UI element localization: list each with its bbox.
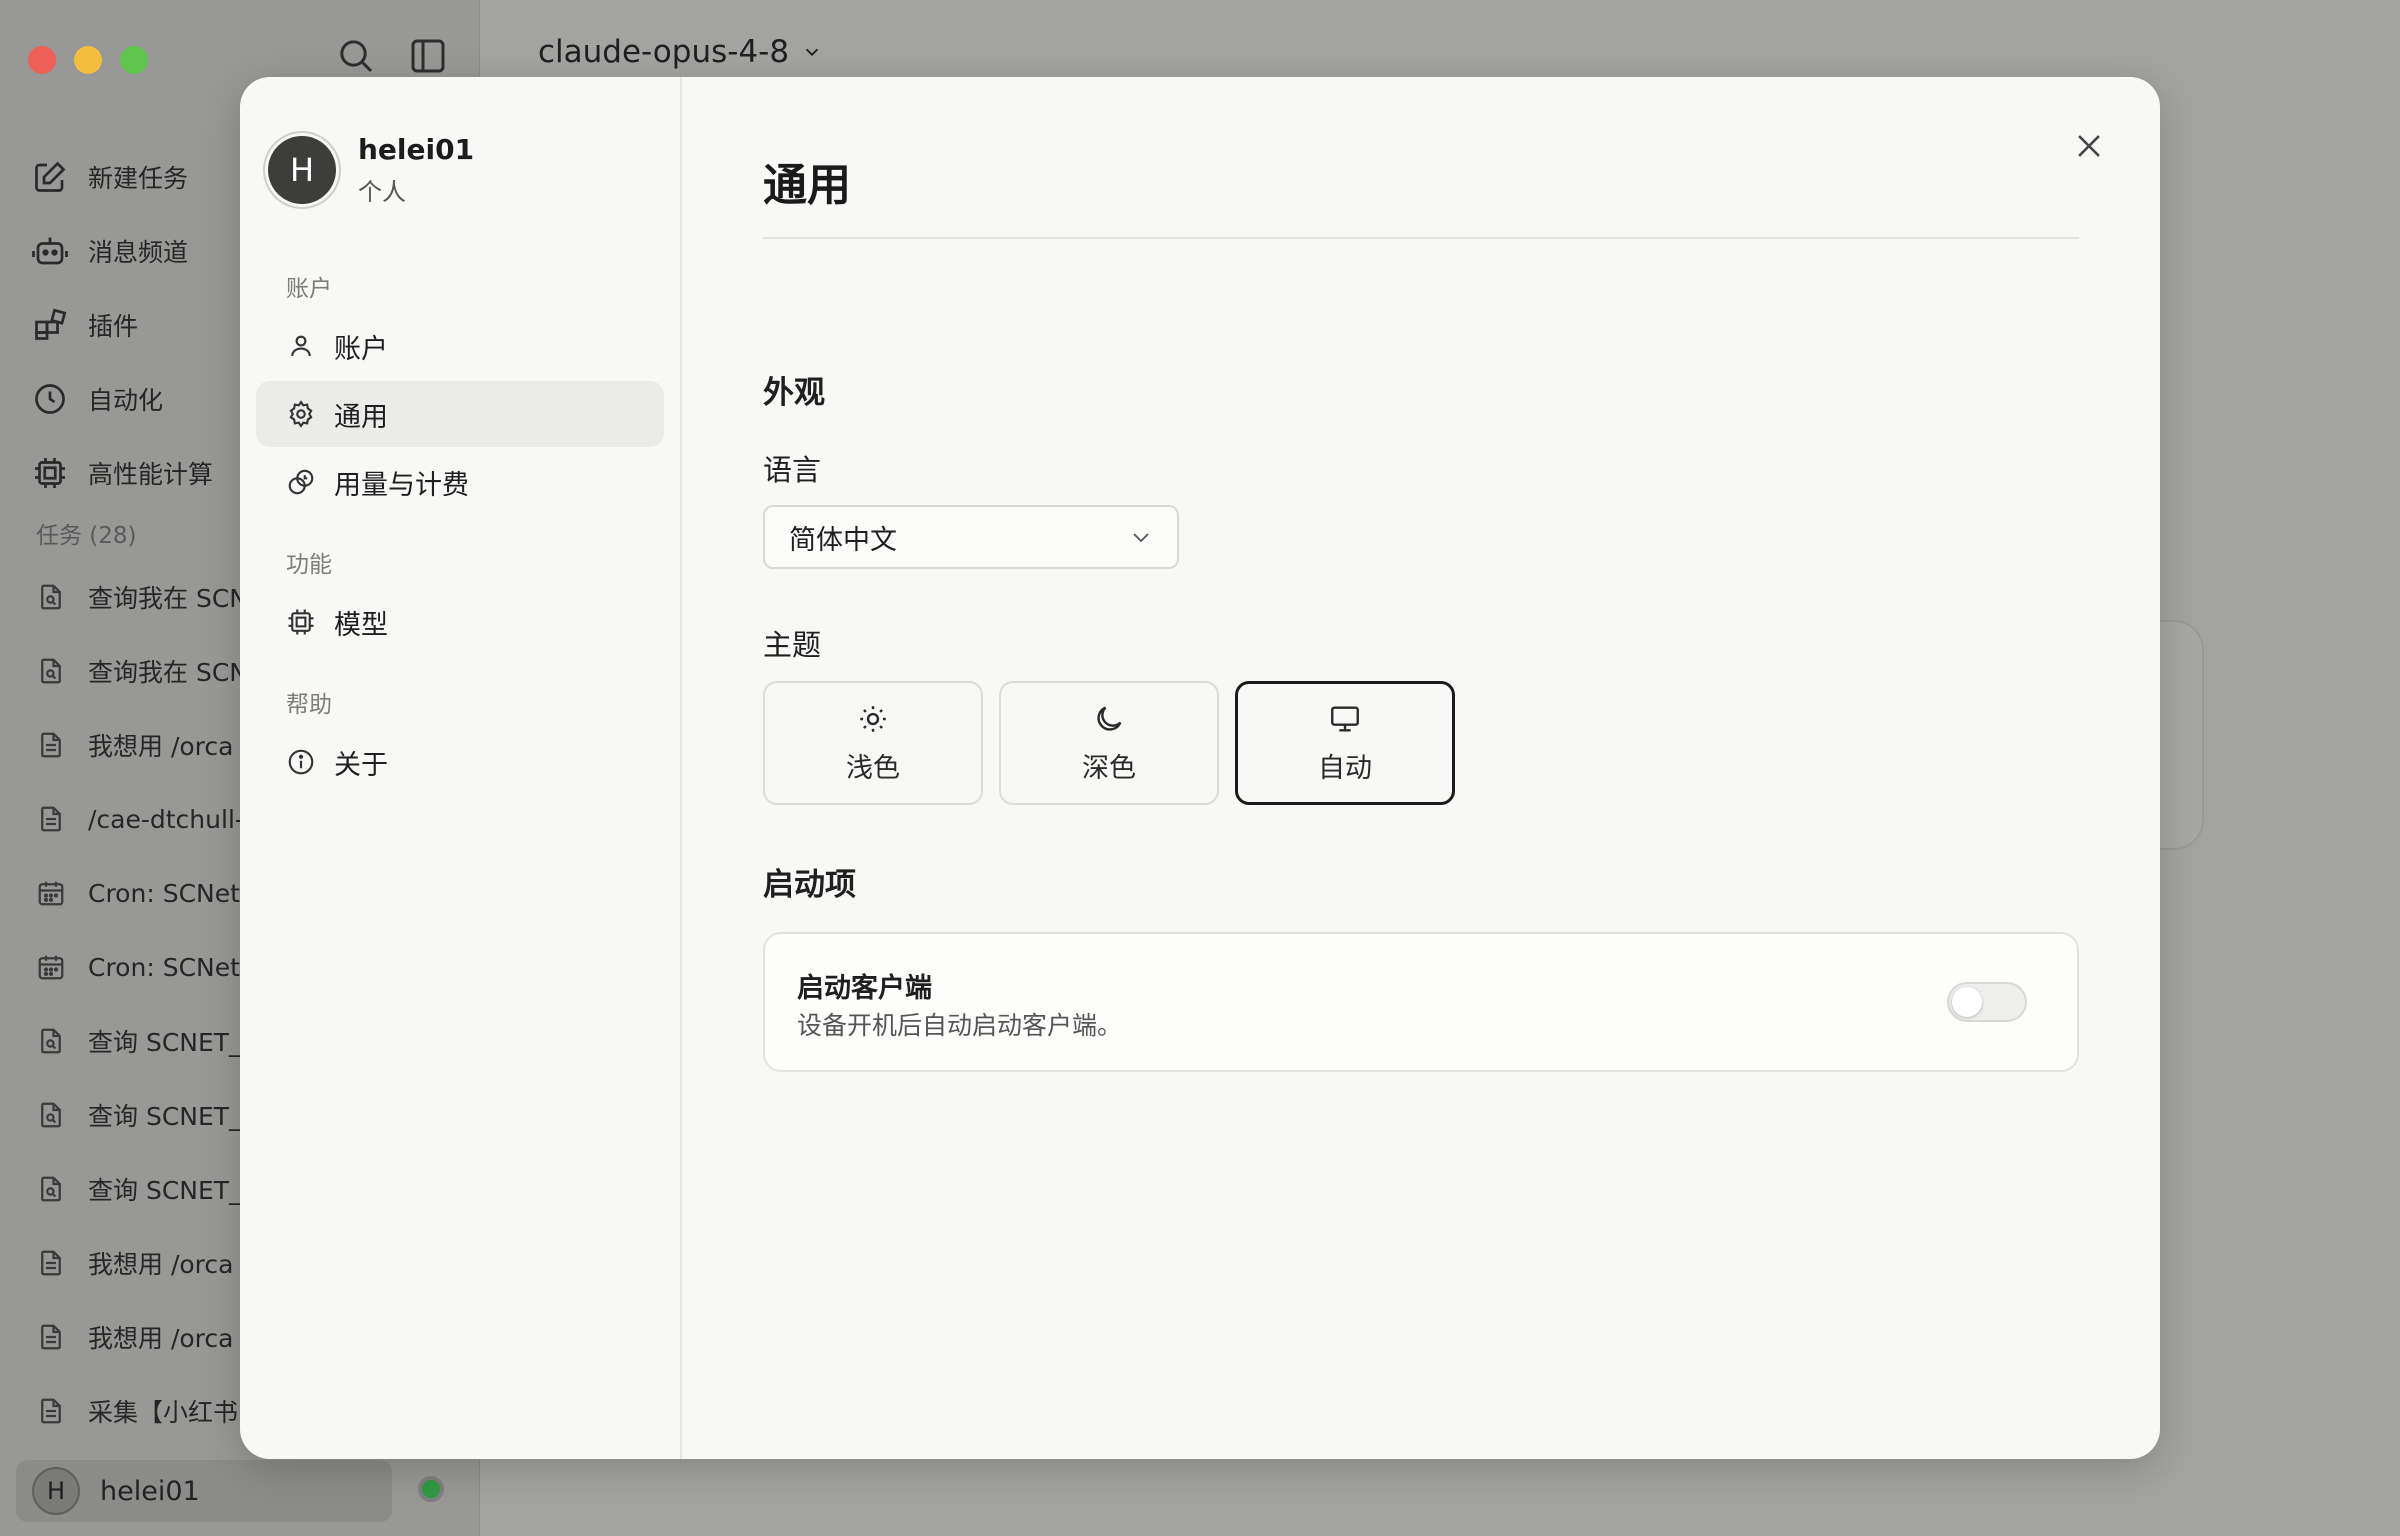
settings-item-label: 通用 bbox=[334, 401, 388, 433]
user-name: helei01 bbox=[100, 1475, 200, 1507]
chip-icon bbox=[286, 607, 316, 637]
title-divider bbox=[763, 237, 2079, 239]
settings-item-account[interactable]: 账户 bbox=[256, 313, 664, 379]
theme-option-label: 深色 bbox=[1082, 752, 1136, 784]
moon-icon bbox=[1092, 702, 1126, 736]
task-label: 采集【小红书 bbox=[88, 1398, 239, 1427]
doc-icon bbox=[36, 1322, 66, 1352]
current-user[interactable]: H helei01 bbox=[16, 1460, 392, 1522]
sidebar-toggle-icon[interactable] bbox=[408, 36, 448, 76]
monitor-icon bbox=[1328, 702, 1362, 736]
coins-icon bbox=[286, 467, 316, 497]
avatar: H bbox=[32, 1467, 80, 1515]
model-name: claude-opus-4-8 bbox=[538, 34, 790, 70]
online-status-dot bbox=[418, 1476, 444, 1502]
settings-item-label: 账户 bbox=[334, 333, 388, 365]
launch-at-startup-toggle[interactable] bbox=[1947, 982, 2027, 1022]
language-label: 语言 bbox=[763, 453, 822, 487]
task-label: 查询 SCNET_ bbox=[88, 1102, 242, 1131]
avatar: H bbox=[268, 136, 336, 204]
profile-header: H helei01 个人 bbox=[268, 133, 474, 207]
theme-options: 浅色 深色 自动 bbox=[763, 681, 1455, 805]
startup-item-description: 设备开机后自动启动客户端。 bbox=[797, 1011, 1123, 1040]
task-label: 查询我在 SCN bbox=[88, 584, 248, 613]
appearance-heading: 外观 bbox=[763, 375, 825, 411]
profile-name: helei01 bbox=[358, 133, 475, 166]
doc-search-icon bbox=[36, 582, 66, 612]
model-selector[interactable]: claude-opus-4-8 bbox=[538, 34, 823, 70]
section-label-help: 帮助 bbox=[286, 692, 332, 718]
settings-item-label: 模型 bbox=[334, 609, 388, 641]
settings-item-label: 关于 bbox=[334, 749, 388, 781]
settings-item-models[interactable]: 模型 bbox=[256, 589, 664, 655]
minimize-window-button[interactable] bbox=[74, 46, 102, 74]
doc-search-icon bbox=[36, 1100, 66, 1130]
info-icon bbox=[286, 747, 316, 777]
theme-option-label: 自动 bbox=[1318, 752, 1372, 784]
task-label: 查询 SCNET_ bbox=[88, 1028, 242, 1057]
doc-search-icon bbox=[36, 1174, 66, 1204]
task-label: 我想用 /orca bbox=[88, 1250, 234, 1279]
calendar-icon bbox=[36, 952, 66, 982]
doc-search-icon bbox=[36, 656, 66, 686]
clock-icon bbox=[32, 381, 68, 417]
section-label-features: 功能 bbox=[286, 552, 332, 578]
chevron-down-icon bbox=[1129, 525, 1153, 549]
task-label: 查询 SCNET_ bbox=[88, 1176, 242, 1205]
theme-option-dark[interactable]: 深色 bbox=[999, 681, 1219, 805]
nav-label: 插件 bbox=[88, 312, 139, 341]
user-icon bbox=[286, 331, 316, 361]
task-label: Cron: SCNet bbox=[88, 952, 240, 982]
section-label-account: 账户 bbox=[286, 276, 332, 302]
sun-icon bbox=[856, 702, 890, 736]
settings-dialog: H helei01 个人 账户 账户 通用 用量与计费 功能 模型 帮助 关于 bbox=[240, 77, 2160, 1459]
nav-label: 消息频道 bbox=[88, 238, 189, 267]
theme-label: 主题 bbox=[763, 628, 822, 662]
close-window-button[interactable] bbox=[28, 46, 56, 74]
settings-sidebar: H helei01 个人 账户 账户 通用 用量与计费 功能 模型 帮助 关于 bbox=[240, 77, 682, 1459]
edit-icon bbox=[32, 159, 68, 195]
gear-icon bbox=[286, 399, 316, 429]
doc-icon bbox=[36, 804, 66, 834]
settings-item-general[interactable]: 通用 bbox=[256, 381, 664, 447]
settings-item-label: 用量与计费 bbox=[334, 469, 469, 501]
search-icon[interactable] bbox=[336, 36, 376, 76]
theme-option-auto[interactable]: 自动 bbox=[1235, 681, 1455, 805]
chevron-down-icon bbox=[801, 41, 823, 63]
settings-content: 通用 外观 语言 简体中文 主题 浅色 深色 自动 启动项 启动客户端 设备开机… bbox=[682, 77, 2160, 1459]
language-value: 简体中文 bbox=[789, 524, 897, 556]
nav-label: 新建任务 bbox=[88, 164, 189, 193]
plugin-icon bbox=[32, 307, 68, 343]
nav-label: 高性能计算 bbox=[88, 460, 214, 489]
zoom-window-button[interactable] bbox=[120, 46, 148, 74]
doc-icon bbox=[36, 1248, 66, 1278]
page-title: 通用 bbox=[763, 160, 851, 211]
task-label: 我想用 /orca bbox=[88, 1324, 234, 1353]
settings-item-about[interactable]: 关于 bbox=[256, 729, 664, 795]
startup-setting-card: 启动客户端 设备开机后自动启动客户端。 bbox=[763, 932, 2079, 1072]
doc-icon bbox=[36, 730, 66, 760]
theme-option-light[interactable]: 浅色 bbox=[763, 681, 983, 805]
toggle-knob bbox=[1952, 987, 1982, 1017]
close-icon[interactable] bbox=[2066, 123, 2112, 169]
language-select[interactable]: 简体中文 bbox=[763, 505, 1179, 569]
settings-item-billing[interactable]: 用量与计费 bbox=[256, 449, 664, 515]
task-label: Cron: SCNet bbox=[88, 878, 240, 908]
task-label: /cae-dtchull- bbox=[88, 804, 244, 834]
theme-option-label: 浅色 bbox=[846, 752, 900, 784]
bot-icon bbox=[32, 233, 68, 269]
startup-heading: 启动项 bbox=[763, 867, 856, 903]
window-controls bbox=[28, 46, 148, 74]
doc-search-icon bbox=[36, 1026, 66, 1056]
chip-icon bbox=[32, 455, 68, 491]
profile-plan: 个人 bbox=[358, 178, 406, 206]
doc-icon bbox=[36, 1396, 66, 1426]
tasks-header: 任务 (28) bbox=[36, 523, 137, 549]
calendar-icon bbox=[36, 878, 66, 908]
task-label: 查询我在 SCN bbox=[88, 658, 248, 687]
startup-item-title: 启动客户端 bbox=[797, 973, 932, 1004]
nav-label: 自动化 bbox=[88, 386, 164, 415]
task-label: 我想用 /orca bbox=[88, 732, 234, 761]
